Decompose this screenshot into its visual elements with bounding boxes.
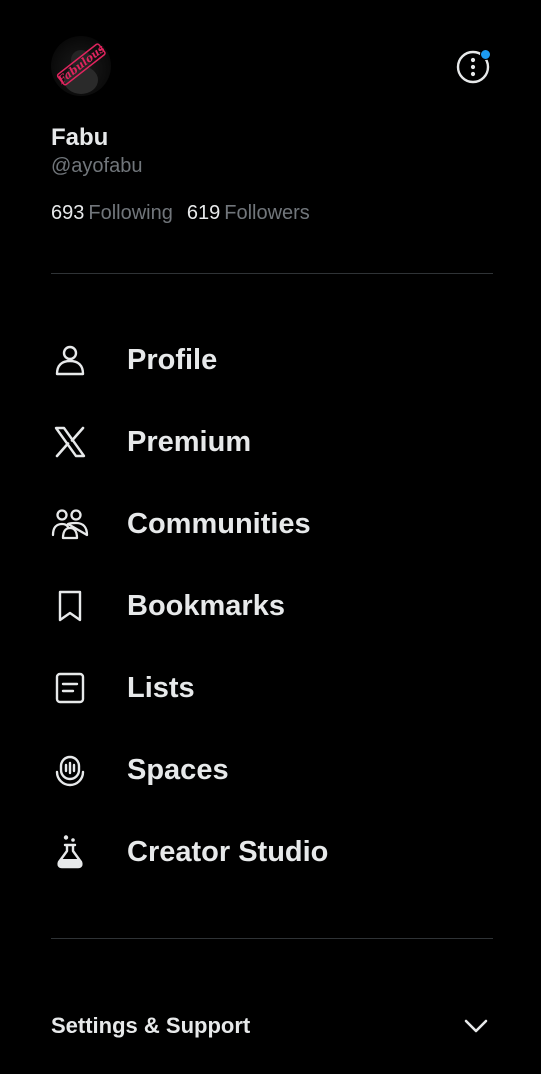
spaces-icon xyxy=(51,751,89,789)
notification-badge xyxy=(480,49,491,60)
follow-stats: 693 Following 619 Followers xyxy=(51,202,310,225)
bookmark-icon xyxy=(51,587,89,625)
menu-item-profile[interactable]: Profile xyxy=(51,319,493,401)
menu-item-lists[interactable]: Lists xyxy=(51,647,493,729)
menu-item-bookmarks[interactable]: Bookmarks xyxy=(51,565,493,647)
communities-icon xyxy=(51,505,89,543)
menu-item-communities[interactable]: Communities xyxy=(51,483,493,565)
followers-link[interactable]: 619 Followers xyxy=(187,202,310,225)
person-icon xyxy=(51,341,89,379)
list-icon xyxy=(51,669,89,707)
menu-item-label: Bookmarks xyxy=(127,589,285,622)
avatar[interactable]: Fabulous xyxy=(51,36,111,96)
following-count: 693 xyxy=(51,202,85,224)
display-name[interactable]: Fabu xyxy=(51,124,108,152)
settings-support-label: Settings & Support xyxy=(51,1013,251,1038)
flask-icon xyxy=(51,833,89,871)
following-label: Following xyxy=(88,202,173,224)
drawer-menu: Profile Premium Communities Bookmarks Li… xyxy=(51,319,493,893)
bottom-divider xyxy=(51,938,493,939)
avatar-image: Fabulous xyxy=(55,42,107,94)
x-logo-icon xyxy=(51,423,89,461)
chevron-down-icon xyxy=(461,1011,491,1041)
menu-item-label: Creator Studio xyxy=(127,835,329,868)
user-handle: @ayofabu xyxy=(51,155,143,177)
top-divider xyxy=(51,273,493,274)
followers-count: 619 xyxy=(186,202,221,224)
menu-item-label: Profile xyxy=(127,343,218,376)
account-options-button[interactable] xyxy=(456,49,491,84)
settings-support-toggle[interactable]: Settings & Support xyxy=(51,996,493,1056)
menu-item-premium[interactable]: Premium xyxy=(51,401,493,483)
menu-item-label: Lists xyxy=(127,671,195,704)
menu-item-label: Spaces xyxy=(127,753,229,786)
following-link[interactable]: 693 Following xyxy=(51,202,173,225)
menu-item-label: Premium xyxy=(127,425,252,458)
menu-item-label: Communities xyxy=(127,507,311,540)
menu-item-spaces[interactable]: Spaces xyxy=(51,729,493,811)
menu-item-creator-studio[interactable]: Creator Studio xyxy=(51,811,493,893)
followers-label: Followers xyxy=(224,202,310,224)
navigation-drawer: Fabulous Fabu @ayofabu 693 Following 619 F… xyxy=(0,0,541,1074)
